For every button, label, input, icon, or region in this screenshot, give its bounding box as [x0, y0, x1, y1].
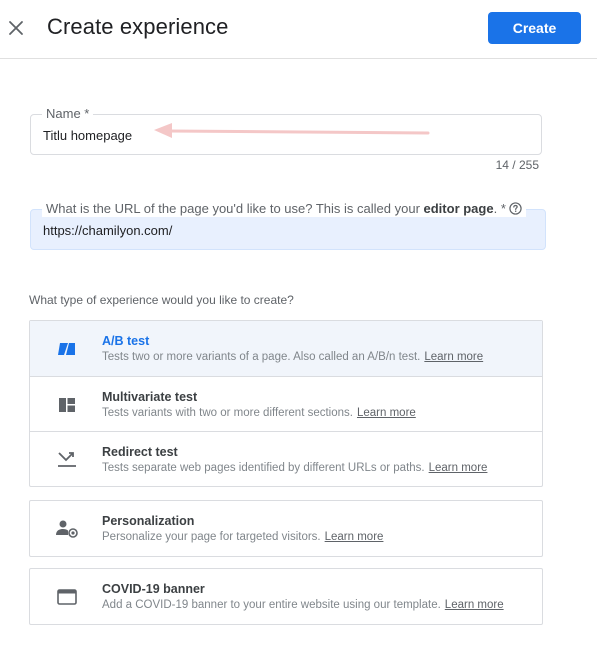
close-icon: [9, 21, 23, 35]
option-description: Add a COVID-19 banner to your entire web…: [102, 599, 504, 611]
url-input[interactable]: [43, 223, 483, 238]
option-covid-banner[interactable]: COVID-19 banner Add a COVID-19 banner to…: [30, 569, 542, 624]
ab-test-icon: [58, 343, 75, 355]
name-field-label: Name *: [42, 106, 94, 122]
page-header: Create experience Create: [0, 0, 597, 59]
option-description-text: Tests two or more variants of a page. Al…: [102, 351, 421, 363]
option-description: Tests separate web pages identified by d…: [102, 462, 487, 474]
learn-more-link[interactable]: Learn more: [445, 599, 504, 611]
banner-icon: [57, 589, 77, 605]
option-title: Multivariate test: [102, 390, 198, 404]
option-ab-test[interactable]: A/B test Tests two or more variants of a…: [30, 321, 542, 376]
learn-more-link[interactable]: Learn more: [429, 462, 488, 474]
learn-more-link[interactable]: Learn more: [424, 351, 483, 363]
personalization-icon: [56, 520, 78, 538]
url-field[interactable]: What is the URL of the page you'd like t…: [30, 201, 546, 250]
option-description-text: Tests separate web pages identified by d…: [102, 462, 425, 474]
option-redirect-test[interactable]: Redirect test Tests separate web pages i…: [30, 431, 542, 486]
option-description-text: Add a COVID-19 banner to your entire web…: [102, 599, 441, 611]
annotation-arrow: [154, 123, 430, 138]
option-title: A/B test: [102, 334, 150, 348]
url-label-prefix: What is the URL of the page you'd like t…: [46, 201, 424, 216]
url-field-label: What is the URL of the page you'd like t…: [42, 201, 526, 217]
redirect-icon: [58, 452, 76, 467]
learn-more-link[interactable]: Learn more: [357, 407, 416, 419]
help-icon[interactable]: [509, 202, 522, 215]
option-description: Personalize your page for targeted visit…: [102, 531, 383, 543]
page-title: Create experience: [47, 14, 229, 39]
learn-more-link[interactable]: Learn more: [325, 531, 384, 543]
url-label-suffix: . *: [493, 201, 506, 216]
option-description: Tests variants with two or more differen…: [102, 407, 416, 419]
option-personalization[interactable]: Personalization Personalize your page fo…: [30, 501, 542, 556]
option-description: Tests two or more variants of a page. Al…: [102, 351, 483, 363]
banner-group: COVID-19 banner Add a COVID-19 banner to…: [29, 568, 543, 625]
multivariate-icon: [59, 398, 75, 412]
option-title: COVID-19 banner: [102, 582, 205, 596]
option-multivariate-test[interactable]: Multivariate test Tests variants with tw…: [30, 376, 542, 431]
option-title: Personalization: [102, 514, 195, 528]
create-button[interactable]: Create: [488, 12, 581, 44]
option-description-text: Personalize your page for targeted visit…: [102, 531, 321, 543]
url-label-bold: editor page: [423, 201, 494, 216]
option-description-text: Tests variants with two or more differen…: [102, 407, 353, 419]
test-options-group: A/B test Tests two or more variants of a…: [29, 320, 543, 487]
option-title: Redirect test: [102, 445, 178, 459]
experience-type-question: What type of experience would you like t…: [29, 293, 294, 307]
personalization-group: Personalization Personalize your page fo…: [29, 500, 543, 557]
close-button[interactable]: [4, 16, 28, 40]
name-char-counter: 14 / 255: [495, 158, 539, 172]
